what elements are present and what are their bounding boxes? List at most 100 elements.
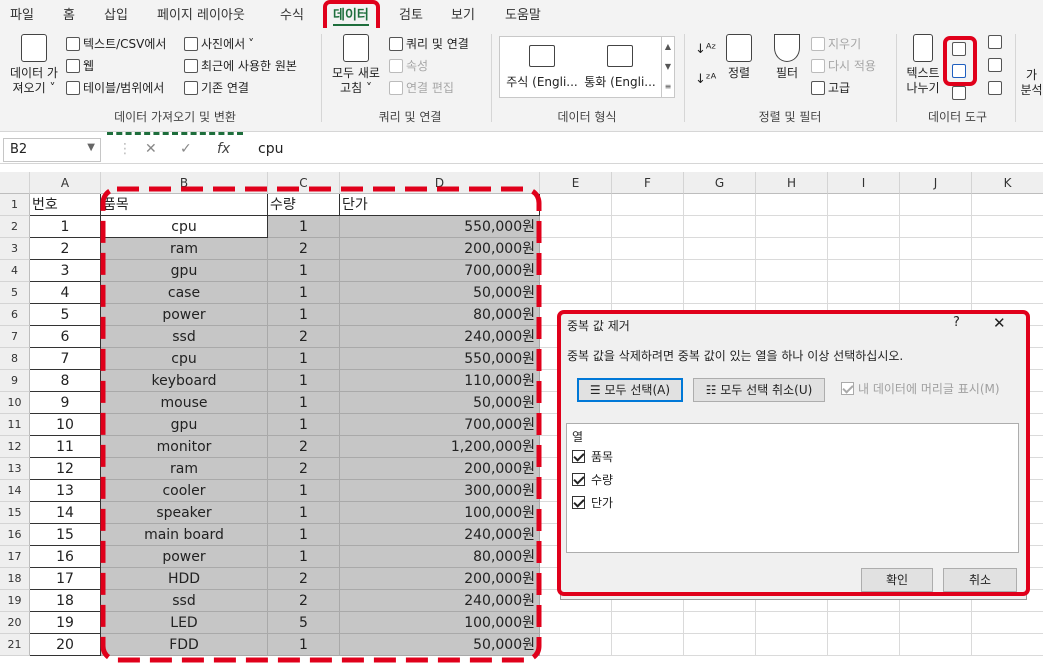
header-cell[interactable]: 수량	[268, 194, 340, 216]
empty-cell[interactable]	[612, 612, 684, 634]
data-cell[interactable]: 240,000원	[340, 524, 540, 546]
data-cell[interactable]: 2	[268, 458, 340, 480]
header-cell[interactable]: 품목	[101, 194, 268, 216]
data-cell[interactable]: 2	[268, 326, 340, 348]
empty-cell[interactable]	[756, 216, 828, 238]
sort-button[interactable]: 정렬	[722, 34, 756, 81]
cancel-icon[interactable]: ✕	[145, 141, 157, 157]
row-header[interactable]: 10	[0, 392, 30, 414]
row-header[interactable]: 19	[0, 590, 30, 612]
data-cell[interactable]: 50,000원	[340, 282, 540, 304]
data-cell[interactable]: 80,000원	[340, 546, 540, 568]
data-cell[interactable]: speaker	[101, 502, 268, 524]
enter-icon[interactable]: ✓	[180, 141, 192, 157]
reapply-button[interactable]: 다시 적용	[811, 57, 876, 74]
empty-cell[interactable]	[828, 216, 900, 238]
data-cell[interactable]: 1	[268, 392, 340, 414]
checkbox-checked-icon[interactable]	[572, 450, 585, 463]
text-to-columns-button[interactable]: 텍스트 나누기	[903, 34, 943, 96]
data-cell[interactable]: 1	[268, 524, 340, 546]
row-header[interactable]: 8	[0, 348, 30, 370]
column-header-c[interactable]: C	[268, 172, 340, 194]
empty-cell[interactable]	[900, 216, 972, 238]
data-cell[interactable]: mouse	[101, 392, 268, 414]
data-cell[interactable]: 240,000원	[340, 590, 540, 612]
data-cell[interactable]: 50,000원	[340, 634, 540, 656]
row-header[interactable]: 13	[0, 458, 30, 480]
empty-cell[interactable]	[684, 194, 756, 216]
data-cell[interactable]: 19	[30, 612, 101, 634]
checkbox-checked-icon[interactable]	[572, 496, 585, 509]
what-if-analysis-button[interactable]: 가 분석	[1020, 68, 1043, 98]
recent-sources-button[interactable]: 최근에 사용한 원본	[184, 57, 297, 74]
row-header[interactable]: 21	[0, 634, 30, 656]
empty-cell[interactable]	[684, 634, 756, 656]
edit-links-button[interactable]: 연결 편집	[389, 79, 454, 96]
empty-cell[interactable]	[900, 282, 972, 304]
row-header[interactable]: 14	[0, 480, 30, 502]
data-cell[interactable]: ssd	[101, 326, 268, 348]
table-range-button[interactable]: 테이블/범위에서	[66, 79, 164, 96]
data-cell[interactable]: 2	[30, 238, 101, 260]
empty-cell[interactable]	[612, 238, 684, 260]
tab-help[interactable]: 도움말	[505, 4, 541, 23]
empty-cell[interactable]	[612, 282, 684, 304]
insert-function-icon[interactable]: fx	[217, 141, 230, 157]
empty-cell[interactable]	[828, 238, 900, 260]
tab-insert[interactable]: 삽입	[104, 4, 128, 23]
data-cell[interactable]: 16	[30, 546, 101, 568]
empty-cell[interactable]	[900, 260, 972, 282]
empty-cell[interactable]	[828, 282, 900, 304]
empty-cell[interactable]	[756, 612, 828, 634]
tab-view[interactable]: 보기	[451, 4, 475, 23]
data-cell[interactable]: 14	[30, 502, 101, 524]
sort-ascending-button[interactable]: ↓ᴬᶻ	[695, 42, 716, 57]
row-header[interactable]: 20	[0, 612, 30, 634]
data-cell[interactable]: 700,000원	[340, 414, 540, 436]
data-cell[interactable]: power	[101, 546, 268, 568]
data-cell[interactable]: 1	[268, 546, 340, 568]
empty-cell[interactable]	[684, 282, 756, 304]
data-cell[interactable]: 1	[268, 348, 340, 370]
empty-cell[interactable]	[900, 238, 972, 260]
empty-cell[interactable]	[540, 238, 612, 260]
data-cell[interactable]: monitor	[101, 436, 268, 458]
data-cell[interactable]: 1	[30, 216, 101, 238]
data-cell[interactable]: cpu	[101, 348, 268, 370]
empty-cell[interactable]	[612, 216, 684, 238]
consolidate-button[interactable]	[988, 35, 1002, 49]
empty-cell[interactable]	[756, 194, 828, 216]
empty-cell[interactable]	[684, 216, 756, 238]
empty-cell[interactable]	[972, 194, 1043, 216]
column-option-price[interactable]: 단가	[572, 494, 613, 511]
row-header[interactable]: 5	[0, 282, 30, 304]
column-option-item[interactable]: 품목	[572, 448, 613, 465]
data-cell[interactable]: 5	[268, 612, 340, 634]
active-cell[interactable]: cpu	[101, 216, 268, 238]
data-cell[interactable]: ram	[101, 238, 268, 260]
column-header-a[interactable]: A	[30, 172, 101, 194]
stocks-button[interactable]: 주식 (Engli...	[506, 45, 578, 90]
column-option-qty[interactable]: 수량	[572, 471, 613, 488]
data-cell[interactable]: 1	[268, 304, 340, 326]
empty-cell[interactable]	[972, 282, 1043, 304]
properties-button[interactable]: 속성	[389, 57, 428, 74]
data-cell[interactable]: case	[101, 282, 268, 304]
empty-cell[interactable]	[972, 634, 1043, 656]
tab-data[interactable]: 데이터	[333, 4, 369, 26]
formula-input[interactable]: cpu	[258, 141, 283, 157]
empty-cell[interactable]	[972, 238, 1043, 260]
data-cell[interactable]: FDD	[101, 634, 268, 656]
empty-cell[interactable]	[540, 260, 612, 282]
select-all-button[interactable]: ☰ 모두 선택(A)	[577, 378, 683, 402]
data-cell[interactable]: 4	[30, 282, 101, 304]
remove-duplicates-button[interactable]	[952, 64, 966, 78]
column-header-f[interactable]: F	[612, 172, 684, 194]
data-cell[interactable]: HDD	[101, 568, 268, 590]
relationships-button[interactable]	[988, 58, 1002, 72]
data-cell[interactable]: 1,200,000원	[340, 436, 540, 458]
unselect-all-button[interactable]: ☷ 모두 선택 취소(U)	[693, 378, 825, 402]
existing-connections-button[interactable]: 기존 연결	[184, 79, 249, 96]
cancel-button[interactable]: 취소	[943, 568, 1017, 592]
empty-cell[interactable]	[972, 260, 1043, 282]
